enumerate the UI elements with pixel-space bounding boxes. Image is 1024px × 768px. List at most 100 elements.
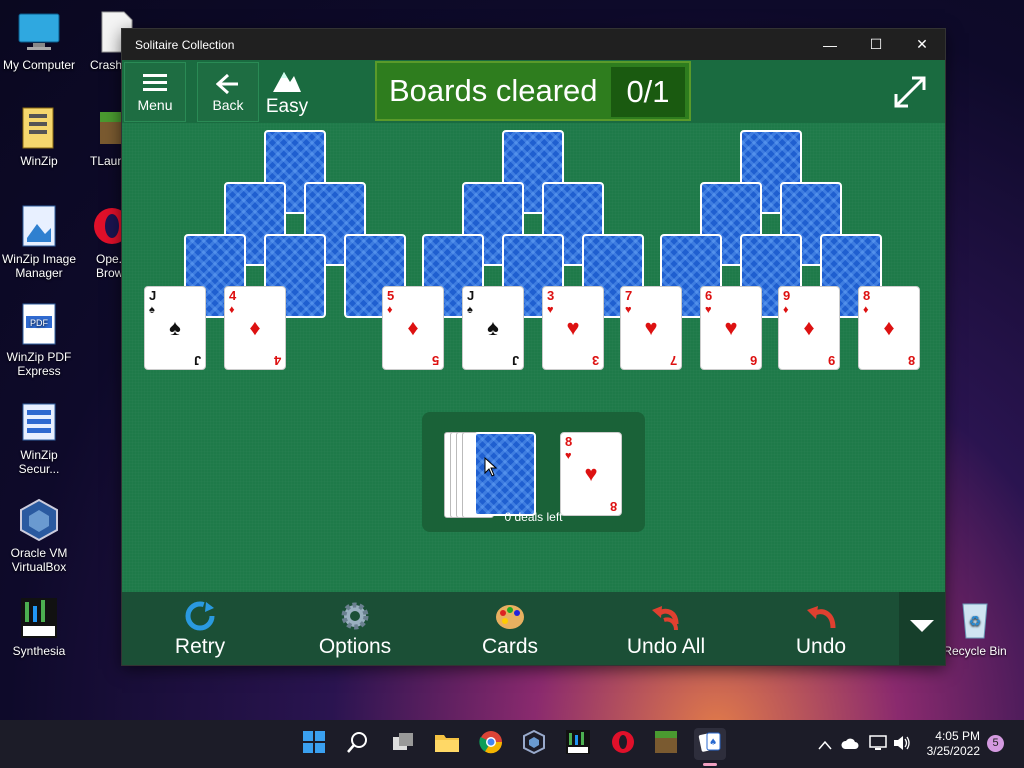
face-up-card-6-of-hearts[interactable]: 6 ♥ ♥ 6 — [700, 286, 762, 370]
card-center-suit-icon: ♥ — [566, 315, 580, 340]
menu-button[interactable]: Menu — [124, 62, 186, 122]
palette-icon — [494, 600, 526, 632]
difficulty-label: Easy — [265, 96, 309, 117]
face-up-card-j-of-spades[interactable]: J ♠ ♠ J — [144, 286, 206, 370]
svg-text:♠: ♠ — [709, 738, 717, 748]
start-button[interactable] — [298, 728, 330, 760]
card-rank-inverted: 9 — [827, 353, 835, 368]
window-title: Solitaire Collection — [135, 38, 235, 52]
taskbar: ♠ 4:05 PM 3/25/2022 5 — [0, 720, 1024, 768]
card-rank-inverted: 4 — [273, 353, 281, 368]
face-up-card-8-of-diamonds[interactable]: 8 ♦ ♦ 8 — [858, 286, 920, 370]
face-up-card-7-of-hearts[interactable]: 7 ♥ ♥ 7 — [620, 286, 682, 370]
card-center-suit-icon: ♥ — [584, 461, 598, 486]
face-up-card-9-of-diamonds[interactable]: 9 ♦ ♦ 9 — [778, 286, 840, 370]
card-rank: 9 — [783, 288, 791, 303]
cards-button[interactable]: Cards — [450, 592, 570, 665]
virtualbox-icon — [522, 729, 546, 759]
card-center-suit-icon: ♦ — [803, 315, 815, 340]
desktop-icon-winzip-secure[interactable]: WinZip Secur... — [0, 400, 78, 476]
close-button[interactable]: ✕ — [899, 29, 945, 60]
minecraft-taskbar-button[interactable] — [650, 728, 682, 760]
card-rank: J — [467, 288, 475, 303]
waste-card: 8 ♥ ♥ 8 — [560, 432, 622, 516]
secure-icon — [17, 400, 61, 444]
windows-logo-icon — [302, 730, 326, 759]
undo-icon — [805, 600, 837, 632]
retry-icon — [184, 600, 216, 632]
card-suit-icon: ♠ — [467, 304, 473, 316]
face-up-card-5-of-diamonds[interactable]: 5 ♦ ♦ 5 — [382, 286, 444, 370]
svg-text:PDF: PDF — [30, 318, 49, 328]
card-rank: 7 — [625, 288, 633, 303]
card-center-suit-icon: ♦ — [407, 315, 419, 340]
winzip-icon — [17, 106, 61, 150]
search-button[interactable] — [342, 728, 374, 760]
search-icon — [346, 730, 370, 759]
title-bar[interactable]: Solitaire Collection — ☐ ✕ — [122, 29, 945, 60]
back-button[interactable]: Back — [197, 62, 259, 122]
active-indicator — [703, 763, 717, 766]
desktop-icon-recycle-bin[interactable]: ♻ Recycle Bin — [936, 596, 1014, 658]
card-suit-icon: ♥ — [565, 450, 572, 462]
card-center-suit-icon: ♦ — [883, 315, 895, 340]
desktop-icon-winzip-pdf-express[interactable]: PDF WinZip PDF Express — [0, 302, 78, 378]
boards-cleared-label: Boards cleared — [389, 73, 598, 108]
card-rank: 4 — [229, 288, 237, 303]
recycle-bin-icon: ♻ — [953, 596, 997, 640]
expand-icon — [892, 76, 928, 114]
card-center-suit-icon: ♠ — [169, 315, 181, 340]
card-suit-icon: ♥ — [625, 304, 632, 316]
desktop-icon-virtualbox[interactable]: Oracle VM VirtualBox — [0, 498, 78, 574]
volume-icon[interactable] — [893, 735, 911, 756]
synthesia-taskbar-button[interactable] — [562, 728, 594, 760]
menu-label: Menu — [137, 97, 173, 113]
desktop-icon-synthesia[interactable]: Synthesia — [0, 596, 78, 658]
card-rank: 8 — [863, 288, 871, 303]
maximize-button[interactable]: ☐ — [853, 29, 899, 60]
face-up-card-3-of-hearts[interactable]: 3 ♥ ♥ 3 — [542, 286, 604, 370]
retry-button[interactable]: Retry — [140, 592, 260, 665]
card-rank: 8 — [565, 434, 573, 449]
virtualbox-taskbar-button[interactable] — [518, 728, 550, 760]
fullscreen-button[interactable] — [892, 74, 928, 110]
card-suit-icon: ♠ — [149, 304, 155, 316]
chrome-button[interactable] — [475, 728, 507, 760]
solitaire-taskbar-button[interactable]: ♠ — [694, 728, 726, 766]
card-rank-inverted: 6 — [749, 353, 757, 368]
game-board: Menu Back Easy Boards cleared 0/1 J ♠ ♠ … — [122, 60, 945, 592]
options-button[interactable]: Options — [295, 592, 415, 665]
undo-button[interactable]: Undo — [761, 592, 881, 665]
desktop-icon-my-computer[interactable]: My Computer — [0, 10, 78, 72]
synthesia-icon — [17, 596, 61, 640]
svg-text:♻: ♻ — [969, 614, 982, 630]
opera-taskbar-button[interactable] — [607, 728, 639, 760]
undo-all-button[interactable]: Undo All — [606, 592, 726, 665]
stock-edges — [444, 432, 494, 518]
expand-toolbar-button[interactable] — [899, 592, 945, 665]
boards-cleared-banner: Boards cleared 0/1 — [375, 61, 691, 121]
minimize-button[interactable]: — — [807, 29, 853, 60]
face-up-card-j-of-spades[interactable]: J ♠ ♠ J — [462, 286, 524, 370]
card-rank-inverted: 5 — [431, 353, 439, 368]
notification-badge[interactable]: 5 — [987, 735, 1004, 752]
card-rank: 3 — [547, 288, 555, 303]
card-rank-inverted: 7 — [669, 353, 677, 368]
network-icon[interactable] — [869, 735, 887, 756]
clock[interactable]: 4:05 PM 3/25/2022 — [927, 729, 980, 759]
card-suit-icon: ♦ — [863, 304, 869, 316]
solitaire-window: Solitaire Collection — ☐ ✕ Menu Back Eas… — [122, 29, 945, 665]
desktop-icon-winzip[interactable]: WinZip — [0, 106, 78, 168]
deals-left-label: 0 deals left — [504, 510, 563, 524]
cards-label: Cards — [481, 635, 539, 658]
grass-block-icon — [655, 730, 677, 758]
chevron-up-icon[interactable] — [818, 737, 832, 755]
cloud-icon[interactable] — [841, 737, 859, 755]
desktop-icon-winzip-image-manager[interactable]: WinZip Image Manager — [0, 204, 78, 280]
task-view-button[interactable] — [387, 728, 419, 760]
back-arrow-icon — [215, 73, 240, 98]
clock-time: 4:05 PM — [935, 729, 980, 743]
file-explorer-button[interactable] — [431, 728, 463, 760]
face-up-card-4-of-diamonds[interactable]: 4 ♦ ♦ 4 — [224, 286, 286, 370]
card-suit-icon: ♦ — [229, 304, 235, 316]
